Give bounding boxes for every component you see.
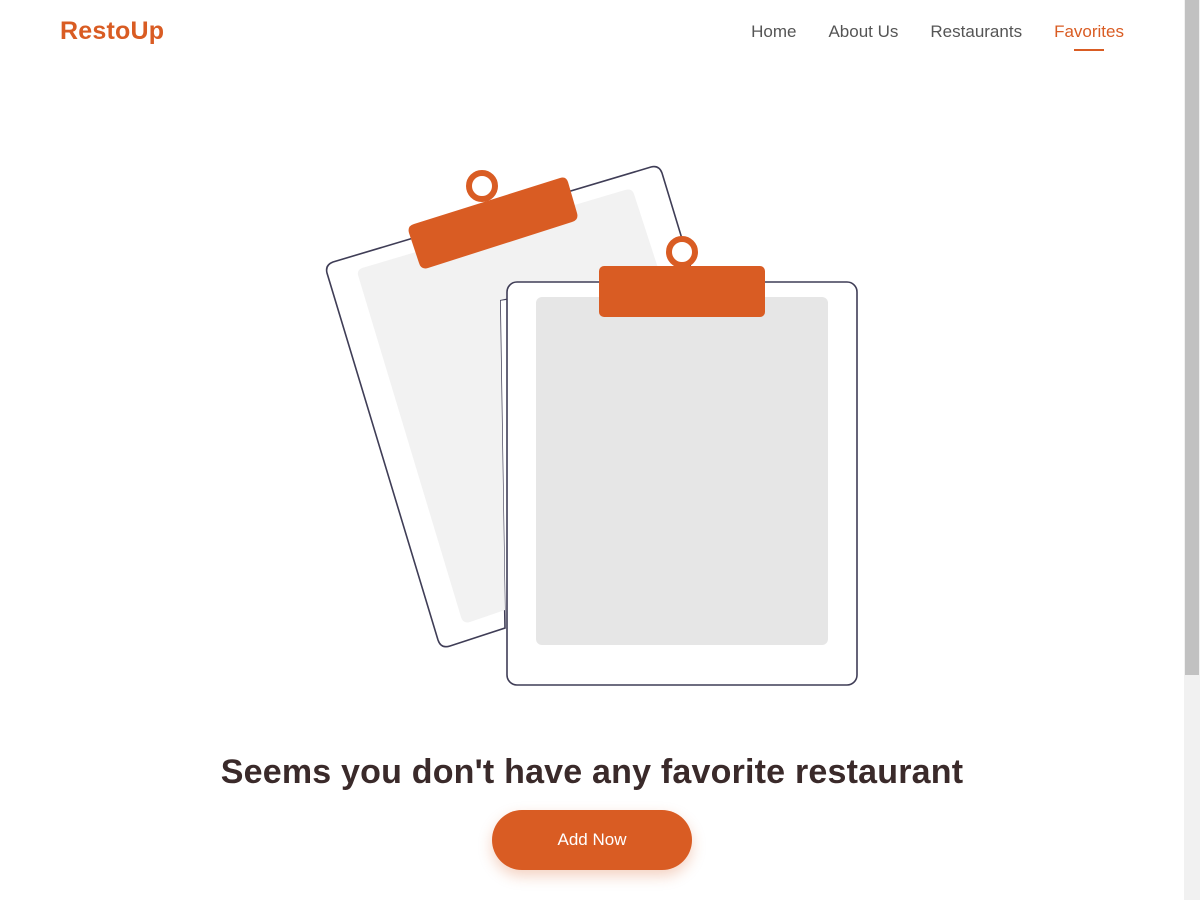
front-clipboard <box>506 236 858 686</box>
empty-clipboard-icon <box>325 165 858 686</box>
scrollbar-thumb[interactable] <box>1185 0 1199 675</box>
page-scrollbar[interactable] <box>1184 0 1200 900</box>
favorites-page: RestoUp Home About Us Restaurants Favori… <box>0 0 1200 900</box>
empty-state-message: Seems you don't have any favorite restau… <box>220 752 964 791</box>
add-now-button[interactable]: Add Now <box>492 810 692 870</box>
